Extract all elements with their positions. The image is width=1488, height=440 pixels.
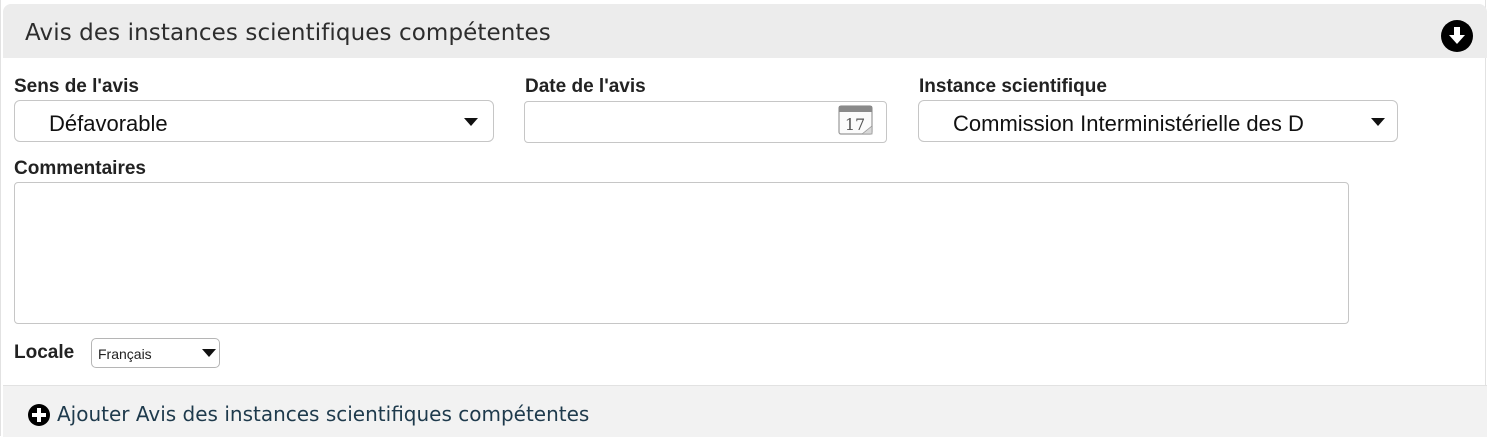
commentaires-label: Commentaires xyxy=(14,158,146,179)
add-avis-link[interactable]: Ajouter Avis des instances scientifiques… xyxy=(57,402,589,426)
locale-label: Locale xyxy=(14,342,75,363)
date-label: Date de l'avis xyxy=(525,76,646,97)
sens-label: Sens de l'avis xyxy=(14,76,139,97)
calendar-icon[interactable]: 17 xyxy=(837,104,875,138)
panel-header: Avis des instances scientifiques compéte… xyxy=(3,4,1487,58)
panel-footer: Ajouter Avis des instances scientifiques… xyxy=(3,385,1487,437)
collapse-button[interactable] xyxy=(1441,20,1473,52)
instance-label: Instance scientifique xyxy=(919,76,1107,97)
caret-down-icon xyxy=(464,118,478,126)
plus-circle-icon[interactable] xyxy=(27,403,51,427)
locale-value: Français xyxy=(98,346,152,362)
calendar-day: 17 xyxy=(845,115,865,134)
chevron-down-circle-icon xyxy=(1449,27,1465,44)
instance-value: Commission Interministérielle des D xyxy=(953,111,1304,136)
date-input[interactable]: 17 xyxy=(524,101,887,143)
avis-panel: Avis des instances scientifiques compéte… xyxy=(0,0,1487,437)
instance-select[interactable]: Commission Interministérielle des D xyxy=(918,100,1398,142)
panel-title: Avis des instances scientifiques compéte… xyxy=(25,20,551,46)
commentaires-textarea[interactable] xyxy=(14,182,1349,324)
caret-down-icon xyxy=(1371,118,1385,126)
locale-select[interactable]: Français xyxy=(91,338,220,368)
sens-select[interactable]: Défavorable xyxy=(14,100,494,142)
sens-value: Défavorable xyxy=(49,111,168,136)
caret-down-icon xyxy=(202,349,216,357)
